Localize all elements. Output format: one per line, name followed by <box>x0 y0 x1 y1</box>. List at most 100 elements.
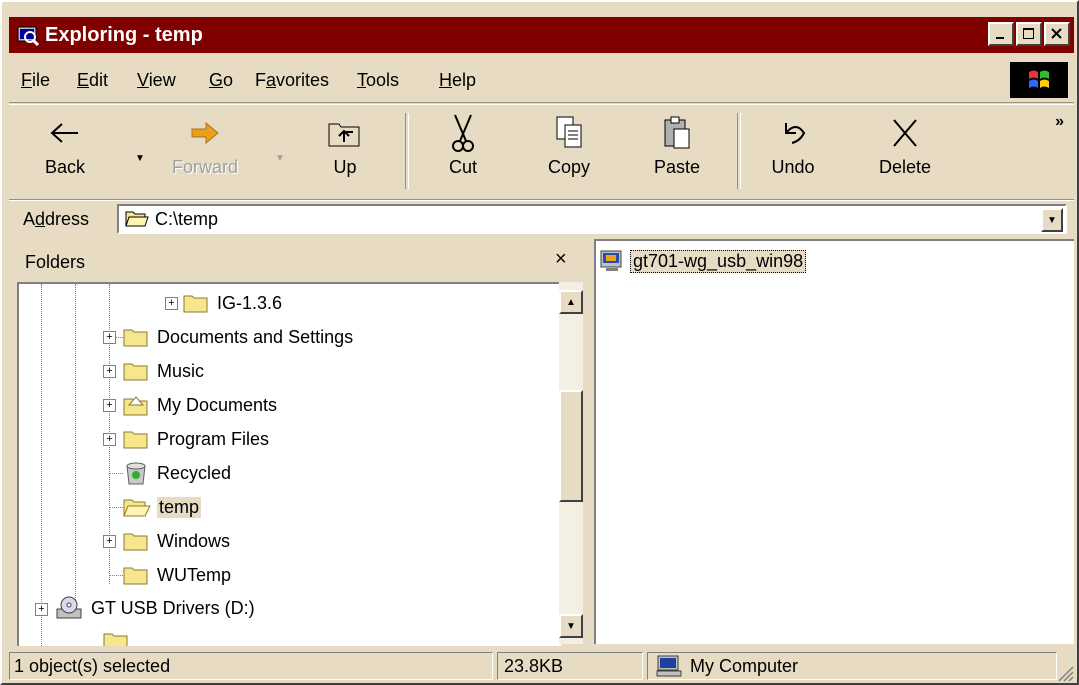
minimize-button[interactable] <box>988 22 1014 46</box>
undo-label: Undo <box>771 157 815 177</box>
windows-flag-icon <box>1029 70 1049 88</box>
folder-icon <box>123 363 148 381</box>
tree-item-documents-and-settings[interactable]: Documents and Settings <box>123 324 355 350</box>
copy-label: Copy <box>547 157 591 177</box>
expand-icon[interactable]: + <box>103 433 116 446</box>
window-title: Exploring - temp <box>45 23 203 46</box>
scroll-thumb[interactable] <box>559 390 583 502</box>
forward-arrow-icon <box>191 121 219 145</box>
tree-item-label: My Documents <box>157 394 278 415</box>
folders-close-icon[interactable]: × <box>555 248 567 271</box>
tree-item-wutemp[interactable]: WUTemp <box>123 562 233 588</box>
tree-item-recycled[interactable]: Recycled <box>123 460 233 486</box>
copy-button[interactable]: Copy <box>529 111 609 191</box>
chevron-down-icon: ▼ <box>1047 214 1057 226</box>
back-dropdown-icon[interactable]: ▼ <box>135 153 145 164</box>
menu-favorites[interactable]: Favorites <box>255 70 329 91</box>
tree-guide <box>109 575 123 576</box>
standard-toolbar: Back ▼ Forward ▼ Up Cut Copy Paste Undo <box>9 104 1074 200</box>
delete-label: Delete <box>878 157 932 177</box>
tree-item-label: Program Files <box>157 428 270 449</box>
undo-button[interactable]: Undo <box>753 111 833 191</box>
expand-icon[interactable]: + <box>103 399 116 412</box>
tree-item-label: Documents and Settings <box>157 326 354 347</box>
up-folder-icon <box>328 123 360 147</box>
maximize-icon <box>1023 28 1034 39</box>
forward-label: Forward <box>171 157 238 177</box>
maximize-button[interactable] <box>1016 22 1042 46</box>
forward-dropdown-icon[interactable]: ▼ <box>275 153 285 164</box>
folders-scrollbar[interactable]: ▲ ▼ <box>559 282 583 644</box>
cut-button[interactable]: Cut <box>423 111 503 191</box>
file-item[interactable]: gt701-wg_usb_win98 <box>600 249 807 273</box>
expand-icon[interactable]: + <box>103 365 116 378</box>
explorer-window: Exploring - temp File Edit View Go Favor… <box>0 0 1079 685</box>
undo-icon <box>785 123 806 144</box>
cd-drive-icon <box>56 596 82 619</box>
paste-icon <box>664 116 690 149</box>
scroll-up-button[interactable]: ▲ <box>559 290 583 314</box>
tree-item-gt-usb-drivers[interactable]: GT USB Drivers (D:) <box>55 595 257 621</box>
forward-button[interactable]: Forward <box>165 111 245 191</box>
tree-item-ig[interactable]: IG-1.3.6 <box>183 290 284 316</box>
tree-guide <box>41 284 42 646</box>
menu-view[interactable]: View <box>137 70 176 91</box>
expand-icon[interactable]: + <box>103 535 116 548</box>
title-bar[interactable]: Exploring - temp <box>9 17 1074 53</box>
folder-icon <box>103 633 128 646</box>
tree-item-partial[interactable] <box>103 628 129 646</box>
status-selection: 1 object(s) selected <box>9 652 493 680</box>
delete-button[interactable]: Delete <box>865 111 945 191</box>
status-zone: My Computer <box>647 652 1057 680</box>
status-size: 23.8KB <box>497 652 643 680</box>
folder-icon <box>123 329 148 347</box>
expand-icon[interactable]: + <box>165 297 178 310</box>
tree-item-label: WUTemp <box>157 564 232 585</box>
folders-header: Folders × <box>9 242 587 282</box>
chevron-up-icon: ▲ <box>566 296 576 308</box>
tree-item-temp[interactable]: temp <box>123 494 202 520</box>
tree-guide <box>75 284 76 610</box>
address-input[interactable]: C:\temp ▼ <box>117 204 1067 234</box>
back-button[interactable]: Back <box>25 111 105 191</box>
folder-icon <box>123 533 148 551</box>
menu-help[interactable]: Help <box>439 70 476 91</box>
tree-item-my-documents[interactable]: My Documents <box>123 392 279 418</box>
address-label: Address <box>23 209 90 229</box>
cut-label: Cut <box>448 157 477 177</box>
address-value: C:\temp <box>155 208 219 229</box>
paste-label: Paste <box>653 157 701 177</box>
tree-item-label: Music <box>157 360 205 381</box>
file-name: gt701-wg_usb_win98 <box>630 249 807 273</box>
resize-grip-icon[interactable] <box>1056 664 1074 682</box>
address-bar: Address C:\temp ▼ <box>9 200 1074 239</box>
status-bar: 1 object(s) selected 23.8KB My Computer <box>9 650 1074 682</box>
tree-item-label: IG-1.3.6 <box>217 292 283 313</box>
tree-item-music[interactable]: Music <box>123 358 206 384</box>
up-button[interactable]: Up <box>305 111 385 191</box>
folder-tree[interactable]: IG-1.3.6 + + Documents and Settings + Mu… <box>17 282 561 646</box>
tree-item-program-files[interactable]: Program Files <box>123 426 271 452</box>
open-folder-icon <box>125 211 149 227</box>
menu-go[interactable]: Go <box>209 70 233 91</box>
tree-guide <box>109 473 123 474</box>
toolbar-separator <box>405 113 409 189</box>
menu-tools[interactable]: Tools <box>357 70 399 91</box>
scroll-down-button[interactable]: ▼ <box>559 614 583 638</box>
file-list-pane[interactable]: gt701-wg_usb_win98 <box>594 239 1074 644</box>
expand-icon[interactable]: + <box>35 603 48 616</box>
up-label: Up <box>333 157 357 177</box>
copy-icon <box>556 116 582 148</box>
menu-file[interactable]: File <box>21 70 50 91</box>
tree-guide <box>109 507 123 508</box>
toolbar-more-chevron-icon[interactable]: » <box>1055 113 1064 131</box>
close-button[interactable] <box>1044 22 1070 46</box>
address-dropdown-button[interactable]: ▼ <box>1041 208 1063 232</box>
paste-button[interactable]: Paste <box>637 111 717 191</box>
menu-edit[interactable]: Edit <box>77 70 108 91</box>
toolbar-separator <box>737 113 741 189</box>
my-documents-folder-icon <box>123 396 148 416</box>
explorer-icon <box>17 26 39 46</box>
folders-pane: Folders × IG-1.3.6 + + Documents and Set… <box>9 242 587 646</box>
tree-item-windows[interactable]: Windows <box>123 528 232 554</box>
